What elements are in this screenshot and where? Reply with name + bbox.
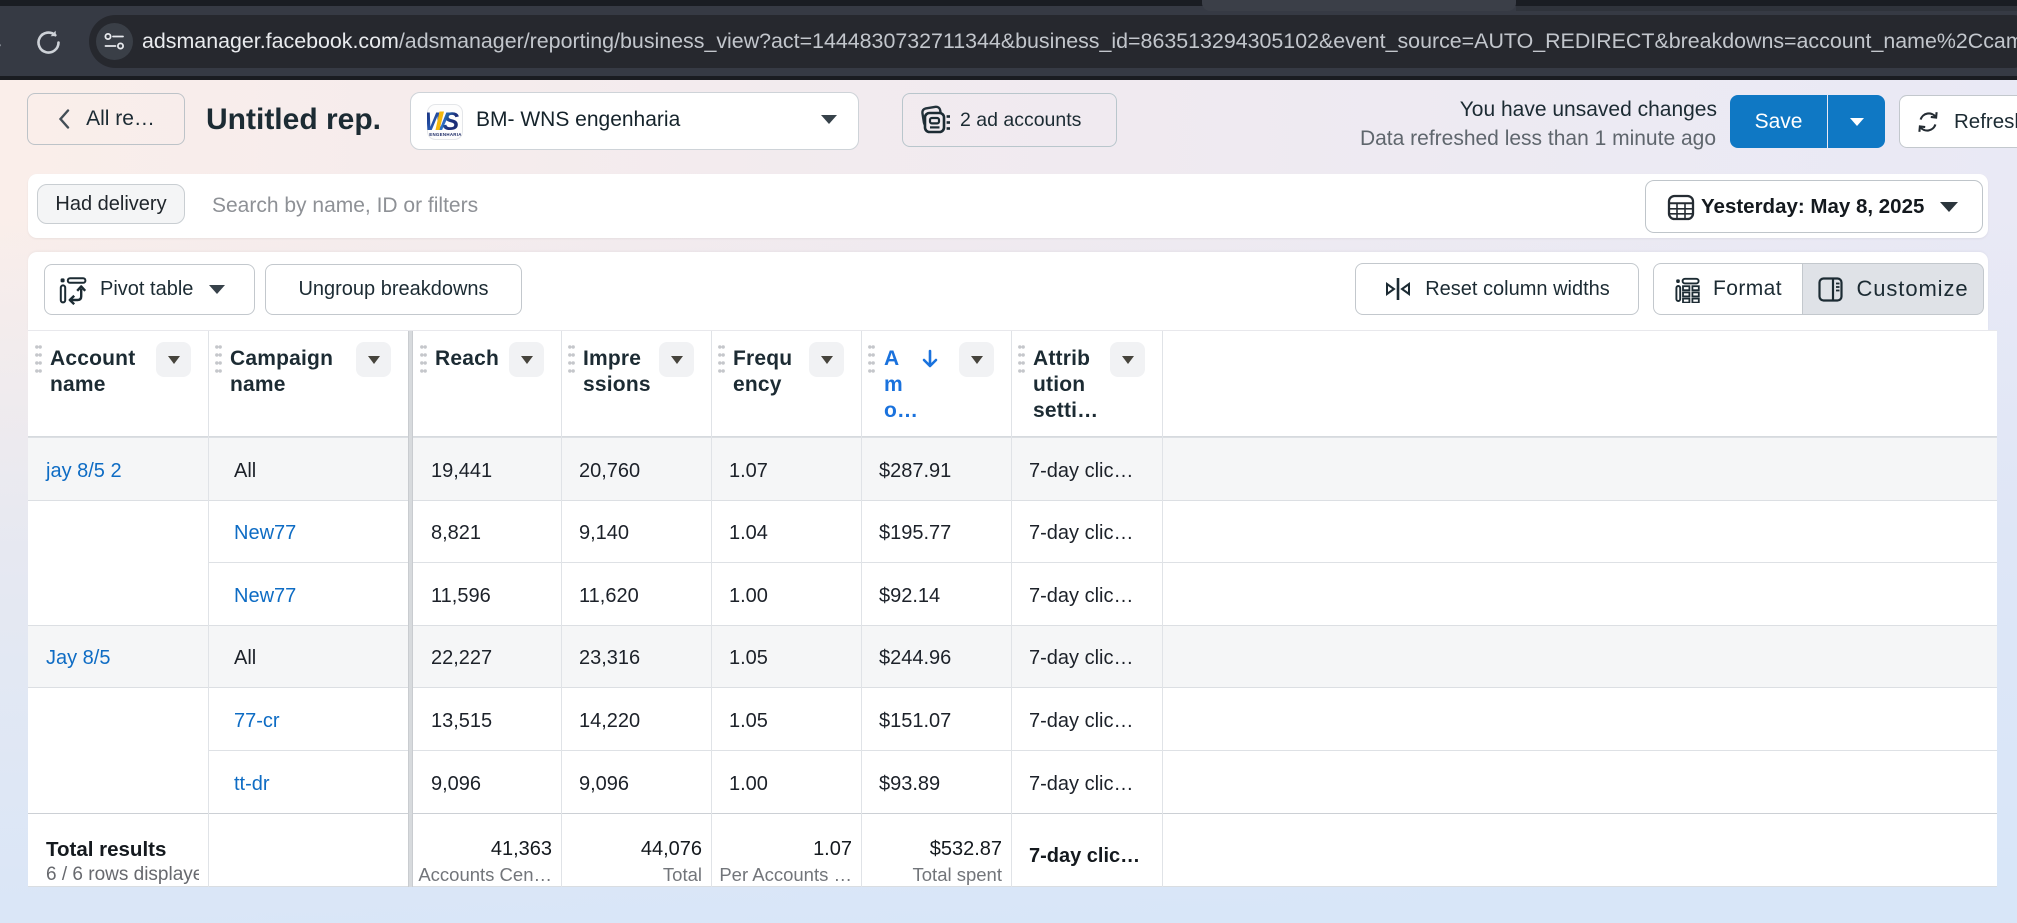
svg-text:ENGENHARIA: ENGENHARIA [429, 132, 462, 137]
